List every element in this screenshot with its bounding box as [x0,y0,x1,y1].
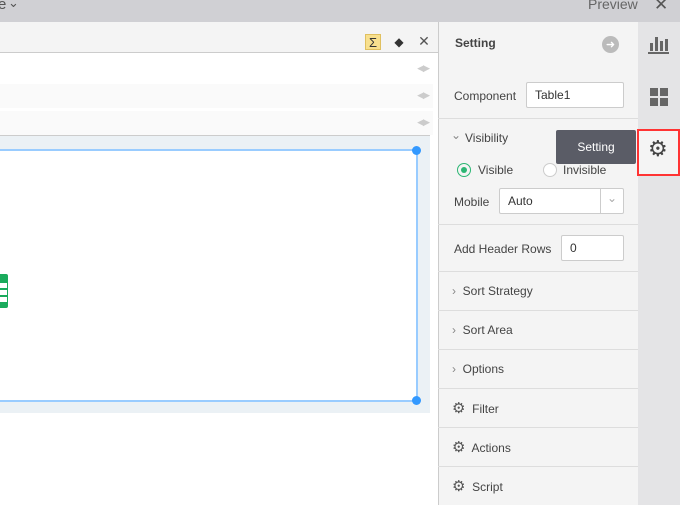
divider [438,466,638,467]
field-row[interactable]: ◀▶ [0,84,433,108]
field-row[interactable]: ◀▶ [0,57,433,81]
mobile-value: Auto [508,194,533,208]
chevron-down-icon[interactable]: ⌄ [451,128,461,142]
header-rows-input[interactable]: 0 [561,235,624,261]
mobile-label: Mobile [454,195,490,209]
divider [438,271,638,272]
chevron-down-icon[interactable]: ⌄ [8,0,19,11]
section-filter[interactable]: ⚙ Filter [452,399,499,417]
header-rows-label: Add Header Rows [454,242,552,256]
layout-icon[interactable] [650,88,668,106]
panel-title: Setting [455,36,496,50]
section-label: Script [472,480,503,494]
chevron-right-icon: › [452,362,456,376]
visible-radio[interactable] [457,163,471,177]
divider [438,224,638,225]
table-component[interactable] [0,149,418,402]
toolbar: Σ ◆ ✕ [0,22,438,53]
divider [438,427,638,428]
scroll-arrows-icon[interactable]: ◀▶ [417,117,430,128]
menu-fragment[interactable]: e [0,0,6,13]
sigma-icon[interactable]: Σ [365,34,381,50]
divider [438,310,638,311]
close-icon[interactable]: ✕ [417,33,431,49]
eraser-icon[interactable]: ◆ [392,34,406,50]
section-script[interactable]: ⚙ Script [452,477,503,495]
visible-label: Visible [478,163,514,177]
section-label: Sort Area [462,323,513,337]
section-label: Options [462,362,505,376]
chart-icon[interactable] [648,36,669,54]
chevron-right-icon: › [452,284,456,298]
close-icon[interactable]: ✕ [654,0,668,15]
chevron-right-icon: › [452,323,456,337]
section-label: Actions [471,441,511,455]
section-sort-strategy[interactable]: › Sort Strategy [452,284,533,298]
gear-icon: ⚙ [648,136,668,161]
gear-icon: ⚙ [452,439,466,456]
section-label: Filter [472,402,499,416]
section-sort-area[interactable]: › Sort Area [452,323,513,337]
section-actions[interactable]: ⚙ Actions [452,438,511,456]
setting-tab[interactable]: ⚙ [637,129,680,176]
divider [438,349,638,350]
arrow-right-icon[interactable]: ➜ [602,36,619,53]
invisible-radio[interactable] [543,163,557,177]
scroll-arrows-icon[interactable]: ◀▶ [417,63,430,74]
gear-icon: ⚙ [452,478,466,495]
gear-icon: ⚙ [452,400,466,417]
field-row[interactable]: ◀▶ [0,111,433,135]
table-icon [0,274,8,308]
component-input[interactable]: Table1 [526,82,624,108]
section-label: Sort Strategy [462,284,533,298]
top-bar: e ⌄ Preview ✕ [0,0,680,22]
resize-handle[interactable] [412,396,421,405]
invisible-label: Invisible [563,163,607,177]
tooltip: Setting [556,130,636,164]
preview-button[interactable]: Preview [588,0,638,12]
component-label: Component [454,89,517,103]
scroll-arrows-icon[interactable]: ◀▶ [417,90,430,101]
resize-handle[interactable] [412,146,421,155]
mobile-select[interactable]: Auto ⌄ [499,188,624,214]
chevron-down-icon[interactable]: ⌄ [600,189,623,213]
section-options[interactable]: › Options [452,362,504,376]
divider [438,118,638,119]
divider [438,388,638,389]
visibility-label[interactable]: Visibility [465,131,508,145]
